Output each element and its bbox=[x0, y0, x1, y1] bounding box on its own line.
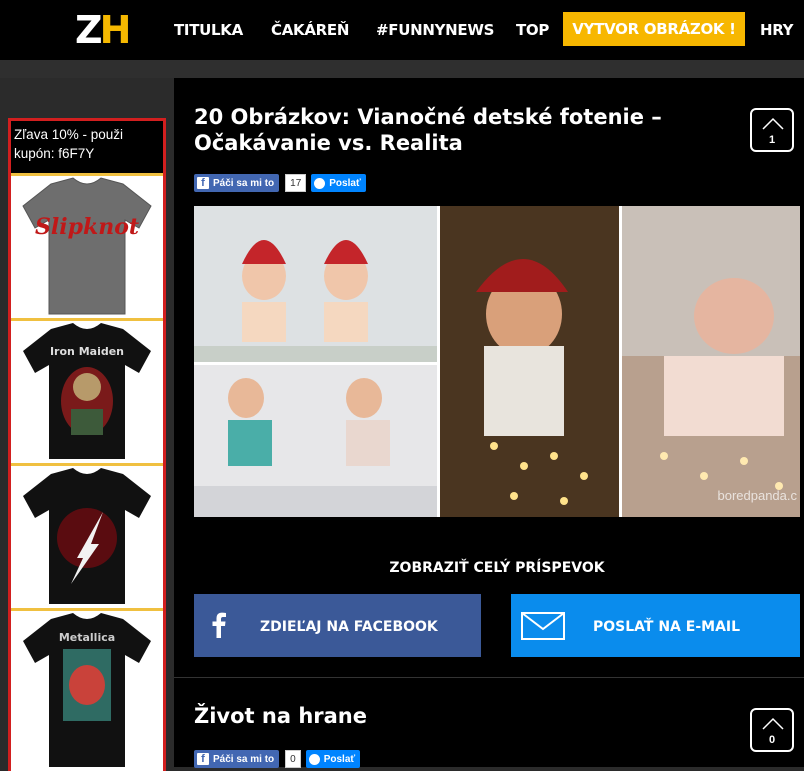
tshirt-ad-metallica-red[interactable] bbox=[11, 463, 163, 608]
social-bar-2: f Páči sa mi to 0 Poslať bbox=[194, 750, 361, 768]
nav-item-funnynews[interactable]: #FUNNYNEWS bbox=[376, 21, 494, 39]
post-counter[interactable]: 1 bbox=[750, 108, 794, 152]
messenger-icon bbox=[308, 753, 320, 765]
fb-like-button[interactable]: f Páči sa mi to bbox=[194, 750, 280, 768]
sidebar-ad[interactable]: Zľava 10% - použi kupón: f6F7Y Slipknot … bbox=[8, 118, 166, 771]
shirt-band-iron-maiden: Iron Maiden bbox=[50, 345, 124, 358]
tshirt-image bbox=[23, 468, 151, 604]
send-label: Poslať bbox=[329, 177, 361, 189]
like-count: 17 bbox=[285, 174, 307, 192]
facebook-icon: f bbox=[197, 177, 209, 189]
top-navigation-bar: ZH TITULKA ČAKÁREŇ #FUNNYNEWS TOP VYTVOR… bbox=[0, 0, 804, 60]
facebook-icon bbox=[212, 612, 226, 638]
fb-like-button[interactable]: f Páči sa mi to bbox=[194, 174, 280, 192]
like-label: Páči sa mi to bbox=[213, 753, 275, 765]
tshirt-ad-slipknot[interactable]: Slipknot bbox=[11, 173, 163, 318]
share-facebook-label: ZDIEĽAJ NA FACEBOOK bbox=[260, 619, 438, 635]
tshirt-image: Iron Maiden bbox=[23, 323, 151, 459]
site-logo[interactable]: ZH bbox=[75, 8, 132, 52]
messenger-icon bbox=[314, 177, 326, 189]
share-facebook-button[interactable]: ZDIEĽAJ NA FACEBOOK bbox=[194, 594, 481, 657]
post-image[interactable]: boredpanda.c bbox=[194, 206, 800, 517]
create-image-button[interactable]: VYTVOR OBRÁZOK ! bbox=[563, 12, 745, 46]
messenger-send-button[interactable]: Poslať bbox=[305, 750, 361, 768]
share-email-button[interactable]: POSLAŤ NA E-MAIL bbox=[511, 594, 800, 657]
post-counter-value-2: 0 bbox=[768, 734, 776, 746]
nav-item-cakaren[interactable]: ČAKÁREŇ bbox=[271, 21, 349, 39]
tshirt-ad-metallica-hardwired[interactable]: Metallica bbox=[11, 608, 163, 771]
social-bar: f Páči sa mi to 17 Poslať bbox=[194, 174, 366, 192]
promo-text: Zľava 10% - použi kupón: f6F7Y bbox=[11, 121, 163, 173]
post-title-2[interactable]: Život na hrane bbox=[194, 703, 674, 729]
messenger-send-button[interactable]: Poslať bbox=[311, 174, 366, 192]
nav-item-top[interactable]: TOP bbox=[516, 21, 549, 39]
tshirt-ad-iron-maiden[interactable]: Iron Maiden bbox=[11, 318, 163, 463]
show-full-post-link[interactable]: ZOBRAZIŤ CELÝ PRÍSPEVOK bbox=[194, 560, 800, 576]
shirt-band-slipknot: Slipknot bbox=[35, 214, 139, 240]
post-counter-value: 1 bbox=[768, 134, 776, 146]
tshirt-image: Slipknot bbox=[22, 177, 152, 315]
share-email-label: POSLAŤ NA E-MAIL bbox=[593, 619, 741, 635]
like-label: Páči sa mi to bbox=[213, 177, 275, 189]
chevron-up-icon bbox=[762, 117, 784, 130]
post-image-collage: boredpanda.c bbox=[194, 206, 800, 517]
sub-header-bar bbox=[0, 60, 804, 78]
logo-letter-h: H bbox=[99, 8, 132, 52]
envelope-icon bbox=[521, 612, 565, 640]
shirt-band-metallica: Metallica bbox=[59, 631, 115, 644]
logo-letter-z: Z bbox=[75, 8, 103, 52]
image-watermark: boredpanda.c bbox=[717, 488, 797, 503]
like-count: 0 bbox=[285, 750, 301, 768]
post-divider bbox=[174, 677, 804, 678]
nav-item-titulka[interactable]: TITULKA bbox=[174, 21, 243, 39]
post-counter-2[interactable]: 0 bbox=[750, 708, 794, 752]
chevron-up-icon bbox=[762, 717, 784, 730]
nav-item-hry[interactable]: HRY bbox=[760, 21, 794, 39]
send-label: Poslať bbox=[323, 753, 356, 765]
tshirt-image: Metallica bbox=[23, 613, 151, 767]
facebook-icon: f bbox=[197, 753, 209, 765]
post-title[interactable]: 20 Obrázkov: Vianočné detské fotenie – O… bbox=[194, 104, 674, 156]
